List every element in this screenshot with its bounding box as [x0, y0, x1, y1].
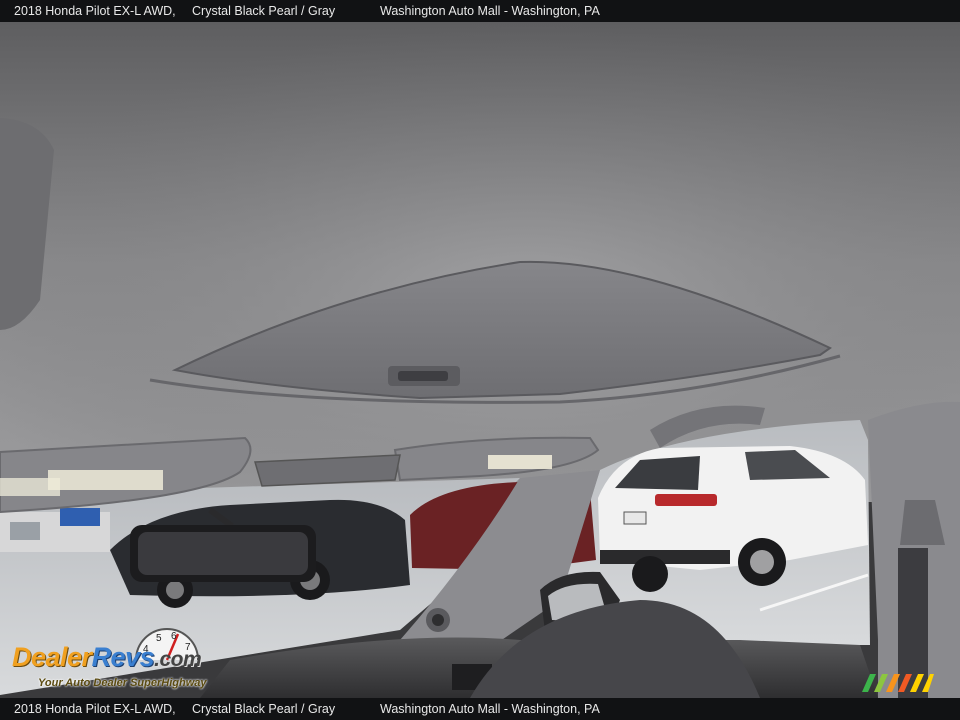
caption-dealer: Washington Auto Mall - Washington, PA — [380, 4, 600, 18]
caption-bar-bottom: 2018 Honda Pilot EX-L AWD, Crystal Black… — [0, 698, 960, 720]
logo-dealer: Dealer — [12, 642, 92, 672]
logo-dotcom: .com — [154, 648, 202, 671]
dealerrevs-logo: 4 5 6 7 DealerRevs.com Your Auto Dealer … — [12, 626, 272, 696]
caption-bar-top: 2018 Honda Pilot EX-L AWD, Crystal Black… — [0, 0, 960, 22]
svg-text:6: 6 — [171, 631, 177, 642]
logo-wordmark: DealerRevs.com — [12, 642, 202, 673]
color-stripes-icon — [862, 674, 934, 692]
interior-photo — [0, 22, 960, 698]
caption-dealer-bottom: Washington Auto Mall - Washington, PA — [380, 702, 600, 716]
caption-colors: Crystal Black Pearl / Gray — [192, 4, 336, 18]
caption-vehicle-bottom: 2018 Honda Pilot EX-L AWD, — [14, 702, 176, 716]
caption-vehicle: 2018 Honda Pilot EX-L AWD, — [14, 4, 176, 18]
caption-colors-bottom: Crystal Black Pearl / Gray — [192, 702, 336, 716]
logo-revs: Revs — [91, 642, 155, 672]
logo-tagline: Your Auto Dealer SuperHighway — [38, 677, 207, 689]
